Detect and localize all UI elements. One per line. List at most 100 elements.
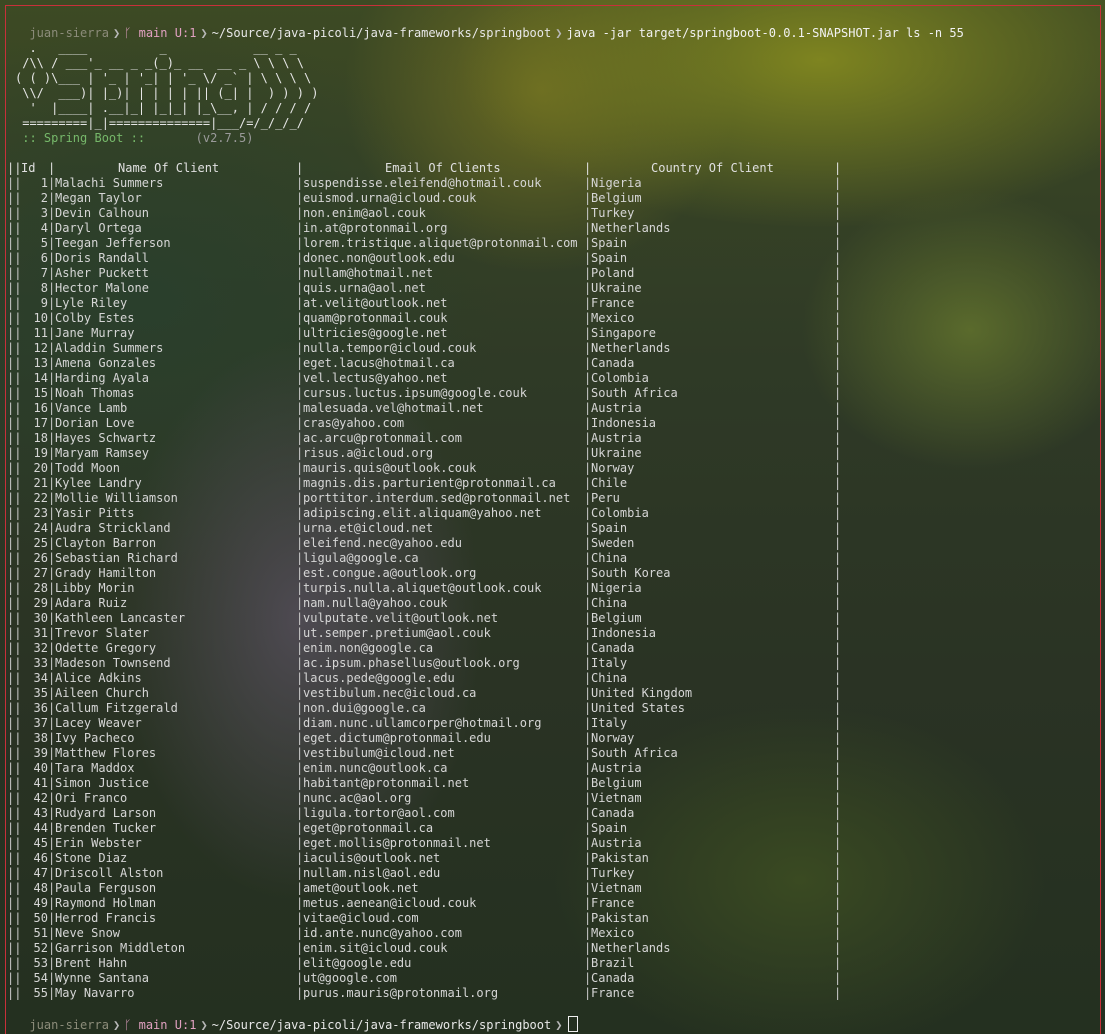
table-border: || bbox=[7, 236, 22, 250]
cell-email: turpis.nulla.aliquet@outlook.couk bbox=[303, 581, 542, 595]
cell-email: cursus.luctus.ipsum@google.couk bbox=[303, 386, 527, 400]
cell-country: United States bbox=[591, 701, 685, 715]
table-border: || bbox=[7, 401, 22, 415]
cell-email: malesuada.vel@hotmail.net bbox=[303, 401, 484, 415]
table-border: | bbox=[834, 341, 842, 355]
table-row: || 24 | Audra Strickland | urna.et@icloud.net… bbox=[7, 521, 841, 536]
table-border: || bbox=[7, 641, 22, 655]
table-border: | bbox=[584, 161, 592, 175]
table-row: || 21 | Kylee Landry | magnis.dis.parturient@… bbox=[7, 476, 841, 491]
cell-id: 25 bbox=[33, 536, 48, 550]
table-row: || 19 | Maryam Ramsey | risus.a@icloud.org | Uk… bbox=[7, 446, 841, 461]
cell-country: South Korea bbox=[591, 566, 671, 580]
table-border: || bbox=[7, 566, 22, 580]
table-row: || 3 | Devin Calhoun | non.enim@aol.couk | Turk… bbox=[7, 206, 841, 221]
cell-country: Austria bbox=[591, 401, 642, 415]
cell-country: Austria bbox=[591, 761, 642, 775]
banner-line: ( ( )\___ | '_ | '_| | '_ \/ _` | \ \ \ … bbox=[15, 71, 312, 85]
table-border: || bbox=[7, 776, 22, 790]
cell-email: suspendisse.eleifend@hotmail.couk bbox=[303, 176, 542, 190]
table-row: || 12 | Aladdin Summers | nulla.tempor@icloud… bbox=[7, 341, 841, 356]
table-row: || 45 | Erin Webster | eget.mollis@protonmail… bbox=[7, 836, 841, 851]
cell-id: 1 bbox=[40, 176, 48, 190]
table-border: || bbox=[7, 386, 22, 400]
cell-id: 24 bbox=[33, 521, 48, 535]
table-row: || 14 | Harding Ayala | vel.lectus@yahoo.net |… bbox=[7, 371, 841, 386]
cell-country: Belgium bbox=[591, 776, 642, 790]
cell-country: Pakistan bbox=[591, 911, 649, 925]
terminal-window[interactable] bbox=[5, 5, 1101, 1034]
cell-email: non.dui@google.ca bbox=[303, 701, 426, 715]
table-row: || 10 | Colby Estes | quam@protonmail.couk | Me… bbox=[7, 311, 841, 326]
cell-name: Alice Adkins bbox=[55, 671, 142, 685]
cell-email: eget@protonmail.ca bbox=[303, 821, 434, 835]
table-border: || bbox=[7, 506, 22, 520]
cell-name: Herrod Francis bbox=[55, 911, 157, 925]
table-border: | bbox=[834, 911, 842, 925]
table-border: | bbox=[834, 686, 842, 700]
prompt-line-top: juan-sierra ❯ ᚴ main U:1 ❯ ~/Source/java-pic… bbox=[15, 11, 963, 40]
table-row: || 28 | Libby Morin | turpis.nulla.aliquet@ou… bbox=[7, 581, 841, 596]
cell-name: Hayes Schwartz bbox=[55, 431, 157, 445]
cell-id: 41 bbox=[33, 776, 48, 790]
cell-email: ligula@google.ca bbox=[303, 551, 419, 565]
cell-id: 33 bbox=[33, 656, 48, 670]
table-row: || 26 | Sebastian Richard | ligula@google.ca |… bbox=[7, 551, 841, 566]
table-border: | bbox=[834, 371, 842, 385]
cell-country: Spain bbox=[591, 821, 628, 835]
cell-id: 29 bbox=[33, 596, 48, 610]
spring-boot-version: (v2.7.5) bbox=[195, 131, 254, 145]
cell-email: magnis.dis.parturient@protonmail.ca bbox=[303, 476, 556, 490]
cell-country: Brazil bbox=[591, 956, 635, 970]
chevron-right-icon: ❯ bbox=[200, 1018, 208, 1032]
cell-country: Turkey bbox=[591, 206, 635, 220]
table-border: || bbox=[7, 911, 22, 925]
table-border: || bbox=[7, 941, 22, 955]
table-border: | bbox=[834, 806, 842, 820]
prompt-line-bottom[interactable]: juan-sierra ❯ ᚴ main U:1 ❯ ~/Source/java-pic… bbox=[15, 1001, 579, 1032]
cell-id: 30 bbox=[33, 611, 48, 625]
cell-id: 52 bbox=[33, 941, 48, 955]
cell-country: France bbox=[591, 986, 635, 1000]
cell-name: May Navarro bbox=[55, 986, 135, 1000]
table-border: || bbox=[7, 176, 22, 190]
table-border: | bbox=[834, 401, 842, 415]
table-border: | bbox=[834, 566, 842, 580]
cell-country: South Africa bbox=[591, 746, 678, 760]
cell-id: 26 bbox=[33, 551, 48, 565]
prompt-user: juan-sierra bbox=[29, 1018, 109, 1032]
cell-id: 14 bbox=[33, 371, 48, 385]
cell-id: 17 bbox=[33, 416, 48, 430]
table-row: || 1 | Malachi Summers | suspendisse.eleifend… bbox=[7, 176, 841, 191]
cell-name: Daryl Ortega bbox=[55, 221, 142, 235]
table-row: || 49 | Raymond Holman | metus.aenean@icloud.… bbox=[7, 896, 841, 911]
cell-country: Singapore bbox=[591, 326, 657, 340]
table-border: || bbox=[7, 296, 22, 310]
table-border: || bbox=[7, 611, 22, 625]
cell-country: Austria bbox=[591, 431, 642, 445]
cell-id: 36 bbox=[33, 701, 48, 715]
cell-country: Canada bbox=[591, 806, 635, 820]
cell-name: Adara Ruiz bbox=[55, 596, 128, 610]
table-border: || bbox=[7, 851, 22, 865]
table-row: || 47 | Driscoll Alston | nullam.nisl@aol.edu… bbox=[7, 866, 841, 881]
cell-name: Yasir Pitts bbox=[55, 506, 135, 520]
table-border: || bbox=[7, 656, 22, 670]
cell-country: China bbox=[591, 551, 628, 565]
cell-country: Spain bbox=[591, 236, 628, 250]
table-border: || bbox=[7, 491, 22, 505]
table-border: | bbox=[834, 866, 842, 880]
cell-id: 6 bbox=[40, 251, 48, 265]
clients-table: || Id | Name Of Client | Email Of Client… bbox=[7, 161, 841, 1001]
terminal-cursor[interactable] bbox=[568, 1016, 579, 1032]
cell-email: urna.et@icloud.net bbox=[303, 521, 434, 535]
table-row: || 13 | Amena Gonzales | eget.lacus@hotmail.c… bbox=[7, 356, 841, 371]
cell-name: Simon Justice bbox=[55, 776, 149, 790]
table-row: || 52 | Garrison Middleton | enim.sit@icloud.… bbox=[7, 941, 841, 956]
cell-email: diam.nunc.ullamcorper@hotmail.org bbox=[303, 716, 542, 730]
cell-country: Vietnam bbox=[591, 881, 642, 895]
cell-id: 23 bbox=[33, 506, 48, 520]
table-border: || bbox=[7, 356, 22, 370]
table-border: || bbox=[7, 536, 22, 550]
cell-id: 7 bbox=[40, 266, 48, 280]
